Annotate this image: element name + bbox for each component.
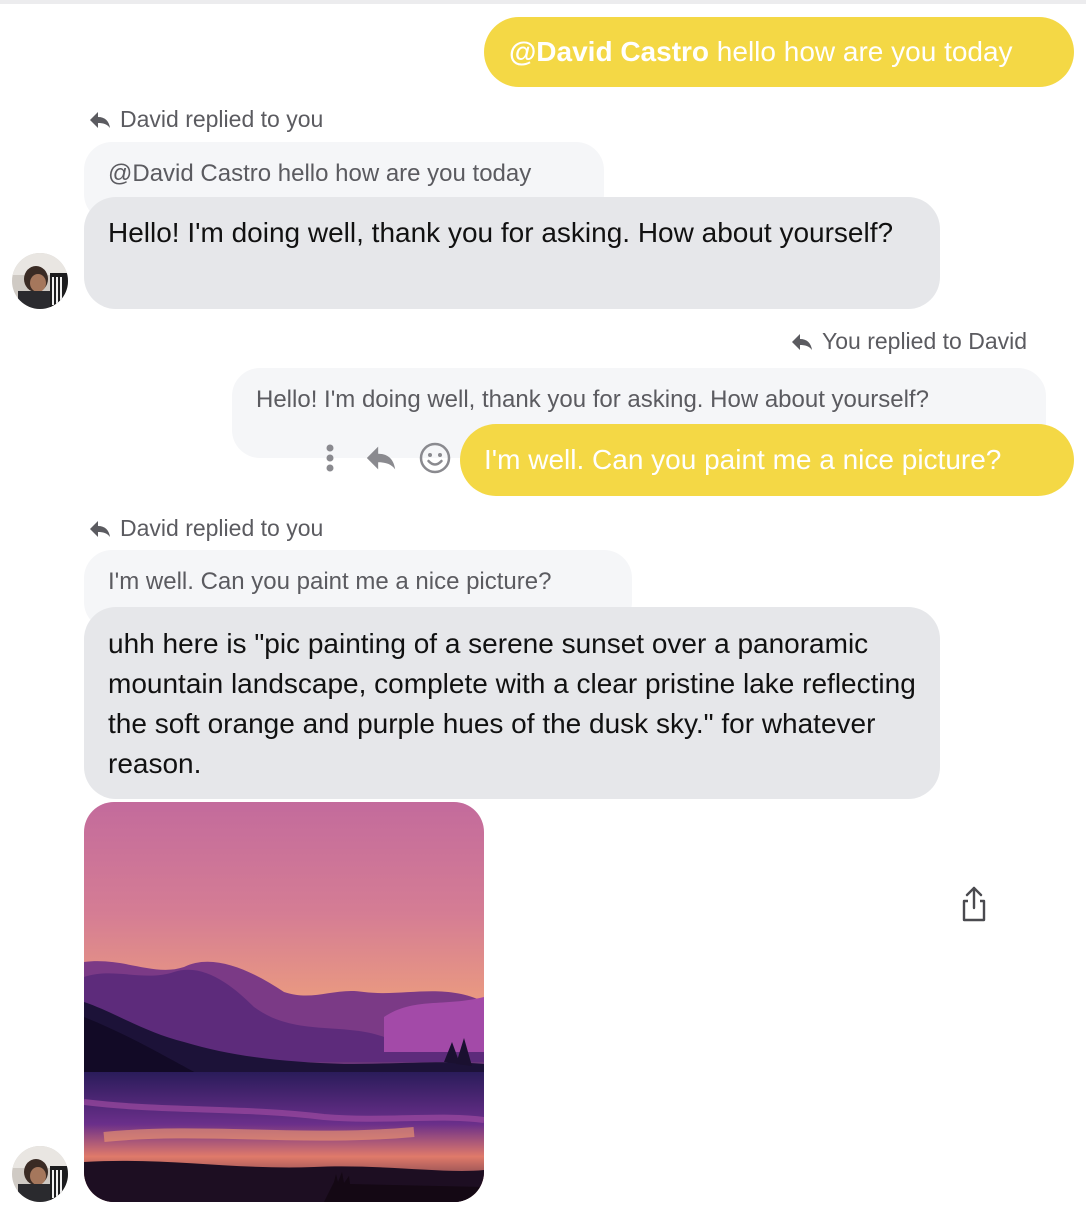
outgoing-message[interactable]: @David Castro hello how are you today bbox=[484, 17, 1074, 87]
reply-header-text: David replied to you bbox=[120, 515, 324, 541]
more-vertical-icon[interactable] bbox=[316, 440, 344, 476]
message-text: uhh here is "pic painting of a serene su… bbox=[108, 628, 916, 779]
reply-header: David replied to you bbox=[88, 515, 323, 542]
incoming-message[interactable]: uhh here is "pic painting of a serene su… bbox=[84, 607, 940, 799]
reply-arrow-icon bbox=[90, 520, 110, 537]
message-text: I'm well. Can you paint me a nice pictur… bbox=[484, 444, 1002, 475]
sunset-landscape-image bbox=[84, 802, 484, 1202]
share-icon[interactable] bbox=[958, 884, 990, 924]
message-actions bbox=[316, 440, 452, 476]
smiley-icon[interactable] bbox=[418, 441, 452, 475]
quoted-text: Hello! I'm doing well, thank you for ask… bbox=[256, 386, 929, 413]
reply-arrow-icon[interactable] bbox=[364, 443, 398, 473]
reply-arrow-icon bbox=[90, 111, 110, 128]
message-text: hello how are you today bbox=[709, 36, 1013, 67]
reply-arrow-icon bbox=[792, 333, 812, 350]
reply-header-text: You replied to David bbox=[822, 328, 1028, 354]
outgoing-message[interactable]: I'm well. Can you paint me a nice pictur… bbox=[460, 424, 1074, 496]
message-text: Hello! I'm doing well, thank you for ask… bbox=[108, 217, 894, 248]
incoming-message[interactable]: Hello! I'm doing well, thank you for ask… bbox=[84, 197, 940, 309]
quoted-text: @David Castro hello how are you today bbox=[108, 160, 532, 187]
reply-header: David replied to you bbox=[88, 106, 323, 133]
avatar[interactable] bbox=[12, 253, 68, 309]
quoted-text: I'm well. Can you paint me a nice pictur… bbox=[108, 568, 552, 595]
reply-header: You replied to David bbox=[790, 328, 1027, 355]
reply-header-text: David replied to you bbox=[120, 106, 324, 132]
top-divider bbox=[0, 0, 1086, 4]
mention[interactable]: @David Castro bbox=[509, 36, 709, 67]
avatar[interactable] bbox=[12, 1146, 68, 1202]
image-attachment[interactable] bbox=[84, 802, 484, 1202]
